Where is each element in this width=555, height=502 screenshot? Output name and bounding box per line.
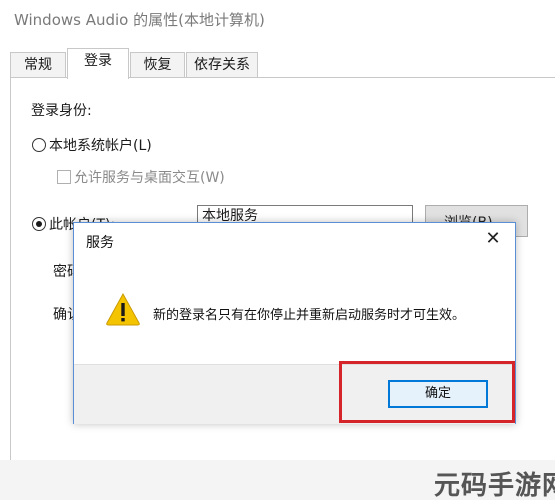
- local-system-radio[interactable]: [32, 138, 46, 152]
- highlight-box: [339, 361, 515, 423]
- allow-desktop-checkbox[interactable]: [57, 170, 71, 184]
- allow-desktop-label: 允许服务与桌面交互(W): [74, 170, 225, 186]
- tab-general[interactable]: 常规: [10, 52, 66, 78]
- tab-logon[interactable]: 登录: [67, 48, 129, 79]
- tab-dependencies[interactable]: 依存关系: [186, 52, 258, 78]
- tab-strip: 常规 登录 恢复 依存关系: [10, 48, 555, 79]
- dialog-title: 服务: [86, 235, 114, 251]
- local-system-label: 本地系统帐户(L): [49, 138, 152, 154]
- warning-icon: [106, 292, 140, 326]
- logon-as-label: 登录身份:: [31, 103, 92, 119]
- close-icon[interactable]: ✕: [483, 229, 503, 249]
- window-title: Windows Audio 的属性(本地计算机): [14, 11, 265, 29]
- window-title-bar: Windows Audio 的属性(本地计算机): [0, 0, 555, 38]
- tab-recovery[interactable]: 恢复: [130, 52, 185, 78]
- this-account-radio[interactable]: [32, 217, 46, 231]
- watermark-text: 元码手游网: [434, 471, 555, 501]
- dialog-message: 新的登录名只有在你停止并重新启动服务时才可生效。: [153, 308, 466, 323]
